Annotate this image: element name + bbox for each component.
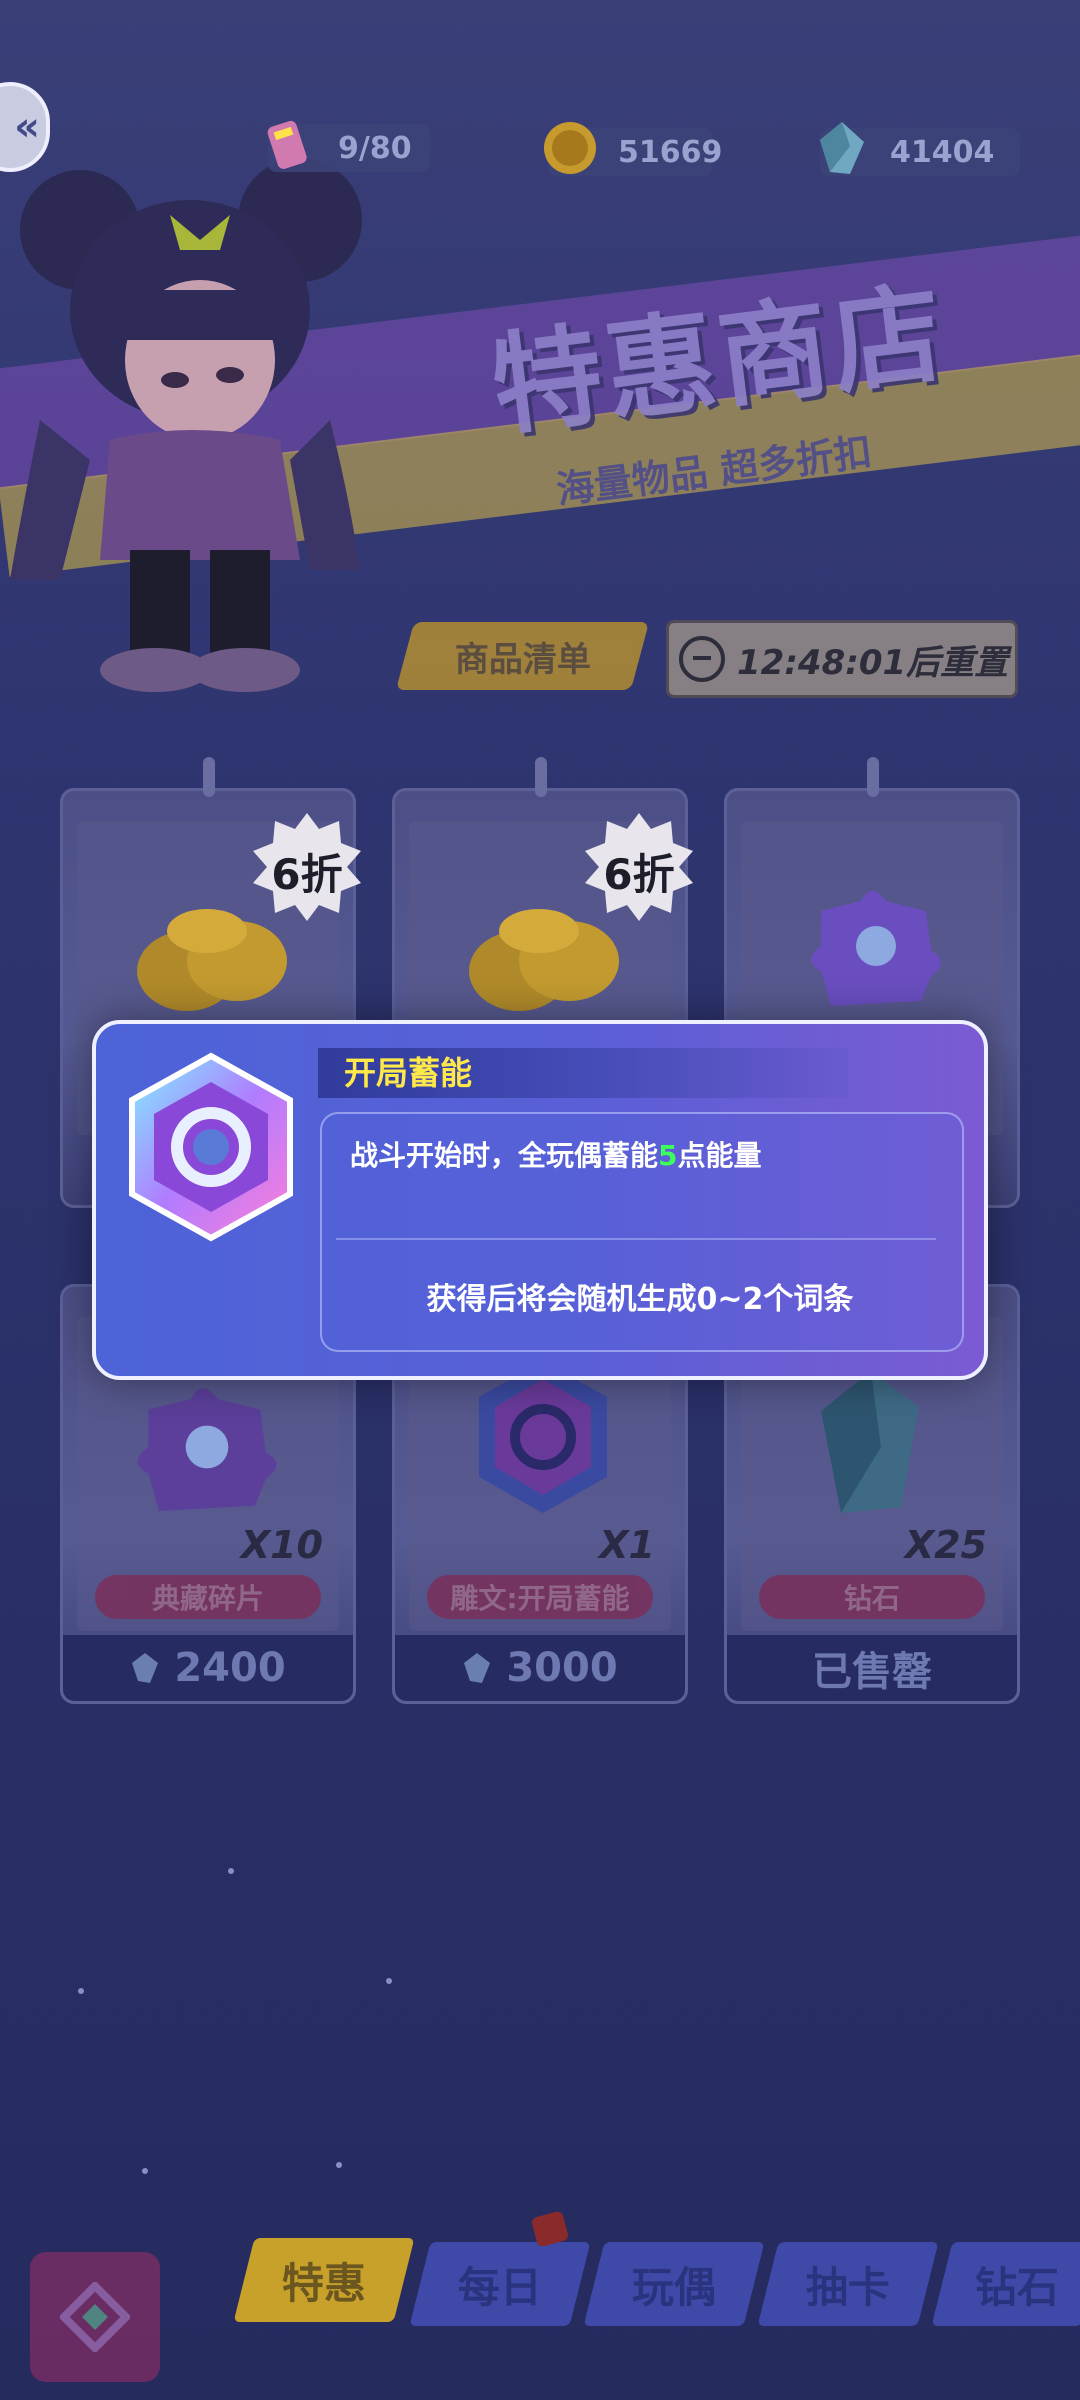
diamond-icon [464, 1653, 491, 1683]
item-name-pill: 典藏碎片 [95, 1575, 321, 1619]
desc-text-end: 点能量 [677, 1139, 762, 1172]
tab-label: 钻石 [974, 2262, 1059, 2312]
energy-value: 9/80 [338, 130, 412, 166]
reset-timer: 12:48:01后重置 [666, 620, 1018, 698]
popup-description: 战斗开始时，全玩偶蓄能5点能量 [350, 1134, 762, 1174]
card-hook [867, 757, 879, 797]
puzzle-piece-icon [811, 891, 941, 1006]
diamond-counter: 41404 [820, 122, 1020, 176]
desc-text: 战斗开始时，全玩偶蓄能 [350, 1139, 659, 1172]
tab-diamonds[interactable]: 钻石 [931, 2242, 1080, 2326]
coin-icon [544, 122, 596, 174]
sold-out-bar: 已售罄 [727, 1635, 1017, 1701]
item-quantity: X1 [599, 1523, 655, 1567]
glyph-hexagon-icon [129, 1052, 293, 1242]
tab-label: 玩偶 [631, 2262, 716, 2312]
diamond-arrow-icon [60, 2282, 130, 2352]
price-bar[interactable]: 3000 [395, 1635, 685, 1701]
item-name: 雕文:开局蓄能 [450, 1582, 630, 1615]
item-name: 钻石 [843, 1582, 900, 1615]
sold-out-label: 已售罄 [812, 1649, 932, 1695]
tab-dolls[interactable]: 玩偶 [583, 2242, 765, 2326]
diamond-value: 41404 [890, 134, 995, 170]
tab-label: 每日 [457, 2262, 542, 2312]
item-price: 2400 [174, 1645, 286, 1691]
tab-daily[interactable]: 每日 [409, 2242, 591, 2326]
popup-note: 获得后将会随机生成0~2个词条 [426, 1282, 854, 1317]
item-name: 典藏碎片 [151, 1582, 264, 1615]
sparkle [78, 1988, 84, 1994]
reset-timer-text: 12:48:01后重置 [737, 642, 1009, 683]
character-illustration [10, 158, 362, 692]
tab-label: 抽卡 [805, 2262, 890, 2312]
item-detail-popup[interactable]: 开局蓄能 战斗开始时，全玩偶蓄能5点能量 获得后将会随机生成0~2个词条 [92, 1020, 988, 1380]
card-hook [203, 757, 215, 797]
tab-gacha[interactable]: 抽卡 [757, 2242, 939, 2326]
tab-special-offer[interactable]: 特惠 [233, 2238, 415, 2322]
sparkle [386, 1978, 392, 1984]
clock-icon [679, 636, 725, 682]
diamond-crystal-icon [821, 1371, 919, 1513]
coin-counter: 51669 [544, 122, 722, 176]
desc-highlight-value: 5 [658, 1139, 678, 1172]
puzzle-piece-icon [137, 1388, 277, 1511]
diamond-icon [820, 122, 864, 174]
coin-value: 51669 [618, 134, 723, 170]
energy-ticket-icon [267, 120, 307, 169]
sparkle [228, 1868, 234, 1874]
diamond-icon [132, 1653, 159, 1683]
sparkle [336, 2162, 342, 2168]
discount-badge: 6折 [251, 811, 363, 923]
product-list-tag: 商品清单 [395, 622, 650, 690]
item-quantity: X10 [240, 1523, 323, 1567]
glyph-hexagon-icon [479, 1361, 607, 1513]
item-quantity: X25 [904, 1523, 987, 1567]
energy-counter: 9/80 [267, 120, 430, 172]
home-button[interactable] [30, 2252, 160, 2382]
card-hook [535, 757, 547, 797]
price-bar[interactable]: 2400 [63, 1635, 353, 1701]
double-chevron-left-icon: « [14, 104, 40, 150]
discount-text: 6折 [271, 850, 343, 899]
discount-text: 6折 [603, 850, 675, 899]
discount-badge: 6折 [583, 811, 695, 923]
popup-title: 开局蓄能 [344, 1054, 473, 1092]
item-name-pill: 雕文:开局蓄能 [427, 1575, 653, 1619]
product-list-label: 商品清单 [454, 639, 591, 680]
item-name-pill: 钻石 [759, 1575, 985, 1619]
popup-divider [336, 1238, 936, 1240]
tab-label: 特惠 [281, 2258, 366, 2308]
item-price: 3000 [506, 1645, 618, 1691]
sparkle [142, 2168, 148, 2174]
